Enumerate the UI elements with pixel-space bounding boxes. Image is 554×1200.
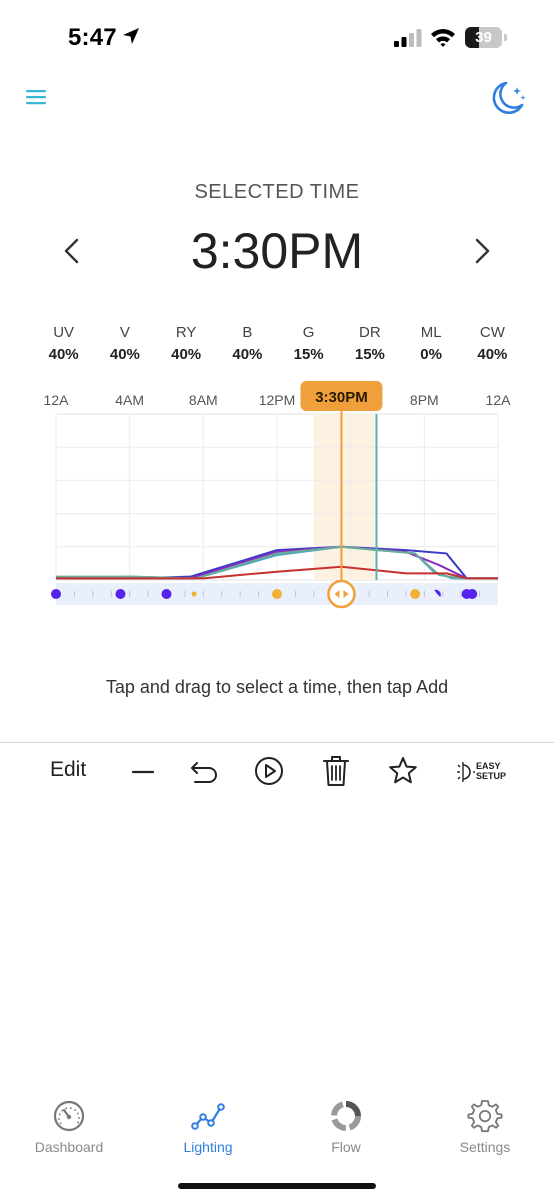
channel-value: 40% bbox=[48, 346, 79, 363]
channel-v: V 40% bbox=[94, 324, 155, 363]
nav-label-dashboard: Dashboard bbox=[34, 1139, 104, 1155]
x-tick-label: 12A bbox=[486, 392, 512, 408]
x-tick-label: 12A bbox=[44, 392, 70, 408]
channel-value: 40% bbox=[109, 346, 140, 363]
channel-uv: UV 40% bbox=[33, 324, 94, 363]
hamburger-menu-icon[interactable] bbox=[24, 86, 48, 108]
home-indicator bbox=[178, 1183, 376, 1189]
channel-g: G 15% bbox=[278, 324, 339, 363]
channel-value: 15% bbox=[293, 346, 324, 363]
x-tick-label: 4AM bbox=[115, 392, 144, 408]
channel-ry: RY 40% bbox=[156, 324, 217, 363]
x-tick-label: 12PM bbox=[259, 392, 296, 408]
battery-icon: 39 bbox=[465, 27, 507, 48]
play-icon[interactable] bbox=[252, 754, 286, 788]
easy-setup-icon bbox=[457, 762, 475, 782]
schedule-point bbox=[161, 589, 172, 599]
schedule-point bbox=[51, 589, 61, 599]
next-time-chevron-icon[interactable] bbox=[466, 232, 498, 270]
wifi-icon bbox=[431, 29, 455, 47]
gauge-icon bbox=[53, 1100, 85, 1132]
nav-lighting[interactable]: Lighting bbox=[153, 1098, 263, 1155]
nav-label-lighting: Lighting bbox=[183, 1139, 233, 1155]
channel-name: B bbox=[242, 324, 253, 341]
selected-time-value: 3:30PM bbox=[190, 223, 364, 279]
channel-name: UV bbox=[53, 324, 75, 341]
nav-label-settings: Settings bbox=[459, 1139, 511, 1155]
schedule-point bbox=[115, 589, 126, 599]
flow-ring-icon bbox=[331, 1101, 361, 1131]
cellular-signal-icon bbox=[394, 29, 422, 47]
channel-name: CW bbox=[479, 324, 505, 341]
lighting-schedule-chart[interactable]: 12A 4AM 8AM 12PM 8PM 12A 3:30PM bbox=[0, 378, 554, 618]
battery-percent: 39 bbox=[475, 29, 492, 46]
status-time: 5:47 bbox=[68, 24, 117, 51]
channel-values: UV 40% V 40% RY 40% B 40% G 15% DR 15% M… bbox=[33, 324, 523, 363]
chart-line-icon bbox=[191, 1103, 225, 1130]
status-bar: 5:47 39 bbox=[0, 0, 554, 74]
trash-icon[interactable] bbox=[319, 754, 353, 788]
selected-time-label: SELECTED TIME bbox=[194, 181, 360, 203]
x-tick-label: 8AM bbox=[189, 392, 218, 408]
channel-value: 40% bbox=[171, 346, 202, 363]
previous-time-chevron-icon[interactable] bbox=[56, 232, 88, 270]
channel-name: V bbox=[119, 324, 130, 341]
channel-b: B 40% bbox=[217, 324, 278, 363]
selection-highlight bbox=[313, 414, 375, 580]
channel-value: 40% bbox=[232, 346, 263, 363]
channel-cw: CW 40% bbox=[462, 324, 523, 363]
location-arrow-icon bbox=[123, 28, 139, 44]
nav-settings[interactable]: Settings bbox=[430, 1098, 540, 1155]
undo-icon[interactable] bbox=[187, 754, 221, 788]
gear-icon bbox=[467, 1100, 503, 1133]
channel-name: ML bbox=[420, 324, 442, 341]
channel-dr: DR 15% bbox=[339, 324, 400, 363]
drag-handle[interactable] bbox=[327, 579, 356, 609]
channel-value: 40% bbox=[477, 346, 508, 363]
x-tick-label: 8PM bbox=[410, 392, 439, 408]
edit-button[interactable]: Edit bbox=[50, 758, 86, 782]
schedule-point bbox=[191, 591, 197, 597]
channel-name: RY bbox=[175, 324, 197, 341]
minus-icon[interactable] bbox=[126, 754, 160, 788]
channel-value: 15% bbox=[354, 346, 385, 363]
channel-ml: ML 0% bbox=[401, 324, 462, 363]
channel-name: DR bbox=[359, 324, 381, 341]
nav-flow[interactable]: Flow bbox=[291, 1098, 401, 1155]
channel-value: 0% bbox=[420, 346, 442, 363]
selected-time-tag-label: 3:30PM bbox=[315, 389, 368, 406]
easy-setup-label-2: SETUP bbox=[476, 771, 507, 781]
channel-name: G bbox=[302, 324, 315, 341]
easy-setup-button[interactable]: EASY SETUP bbox=[454, 758, 510, 786]
instruction-hint: Tap and drag to select a time, then tap … bbox=[105, 677, 449, 697]
divider bbox=[0, 742, 554, 743]
night-mode-moon-icon[interactable] bbox=[488, 79, 528, 117]
schedule-point bbox=[272, 589, 282, 599]
star-icon[interactable] bbox=[386, 754, 420, 788]
schedule-point bbox=[467, 589, 478, 599]
nav-dashboard[interactable]: Dashboard bbox=[14, 1098, 124, 1155]
easy-setup-label-1: EASY bbox=[476, 761, 501, 771]
schedule-point bbox=[410, 589, 421, 599]
nav-label-flow: Flow bbox=[331, 1139, 361, 1155]
